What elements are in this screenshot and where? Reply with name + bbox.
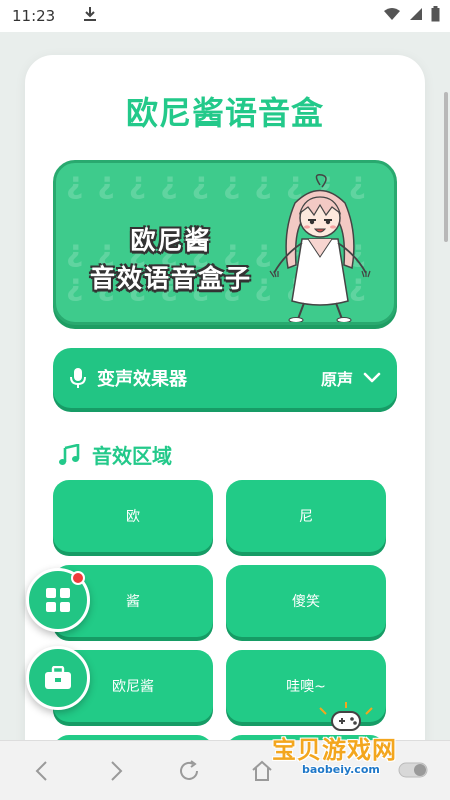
- sound-section-title: 音效区域: [92, 444, 172, 468]
- forward-icon[interactable]: [102, 757, 130, 785]
- voice-changer-label: 变声效果器: [97, 369, 187, 390]
- voice-changer-selector[interactable]: 变声效果器 原声: [53, 348, 397, 408]
- music-note-icon: [59, 443, 80, 465]
- download-icon: [83, 6, 97, 26]
- anime-girl-illustration: [269, 173, 371, 322]
- refresh-icon[interactable]: [175, 757, 203, 785]
- toolbox-icon: [45, 666, 71, 689]
- status-time: 11:23: [12, 7, 56, 25]
- sound-button[interactable]: 欧: [53, 480, 213, 552]
- battery-icon: [431, 6, 440, 26]
- back-icon[interactable]: [28, 757, 56, 785]
- sound-button[interactable]: 傻笑: [226, 565, 386, 637]
- watermark-text: 宝贝游戏网: [272, 736, 397, 764]
- site-watermark: 宝贝游戏网 baobeiy.com: [262, 690, 432, 790]
- toggle-switch-graphic: [398, 762, 428, 778]
- signal-icon: [409, 7, 423, 25]
- notification-badge: [71, 571, 85, 585]
- voice-changer-value: 原声: [320, 370, 353, 389]
- status-bar: 11:23: [0, 0, 450, 32]
- sound-button[interactable]: 尼: [226, 480, 386, 552]
- app-title: 欧尼酱语音盒: [125, 94, 324, 132]
- banner-title-line1: 欧尼酱: [130, 226, 212, 255]
- apps-fab-button[interactable]: [26, 568, 90, 632]
- watermark-url: baobeiy.com: [302, 763, 380, 776]
- microphone-icon: [70, 368, 86, 388]
- apps-grid-icon: [46, 588, 70, 612]
- hero-banner: ¿¿¿¿¿¿¿¿¿¿ ¿¿¿¿¿¿¿¿¿¿ ¿¿¿¿¿¿¿¿¿¿ ¿¿¿¿¿¿¿…: [53, 160, 397, 325]
- toolbox-fab-button[interactable]: [26, 646, 90, 710]
- banner-title-line2: 音效语音盒子: [89, 264, 252, 293]
- sound-section-heading: 音效区域: [58, 440, 172, 469]
- wifi-icon: [383, 7, 401, 25]
- chevron-down-icon: [363, 372, 381, 383]
